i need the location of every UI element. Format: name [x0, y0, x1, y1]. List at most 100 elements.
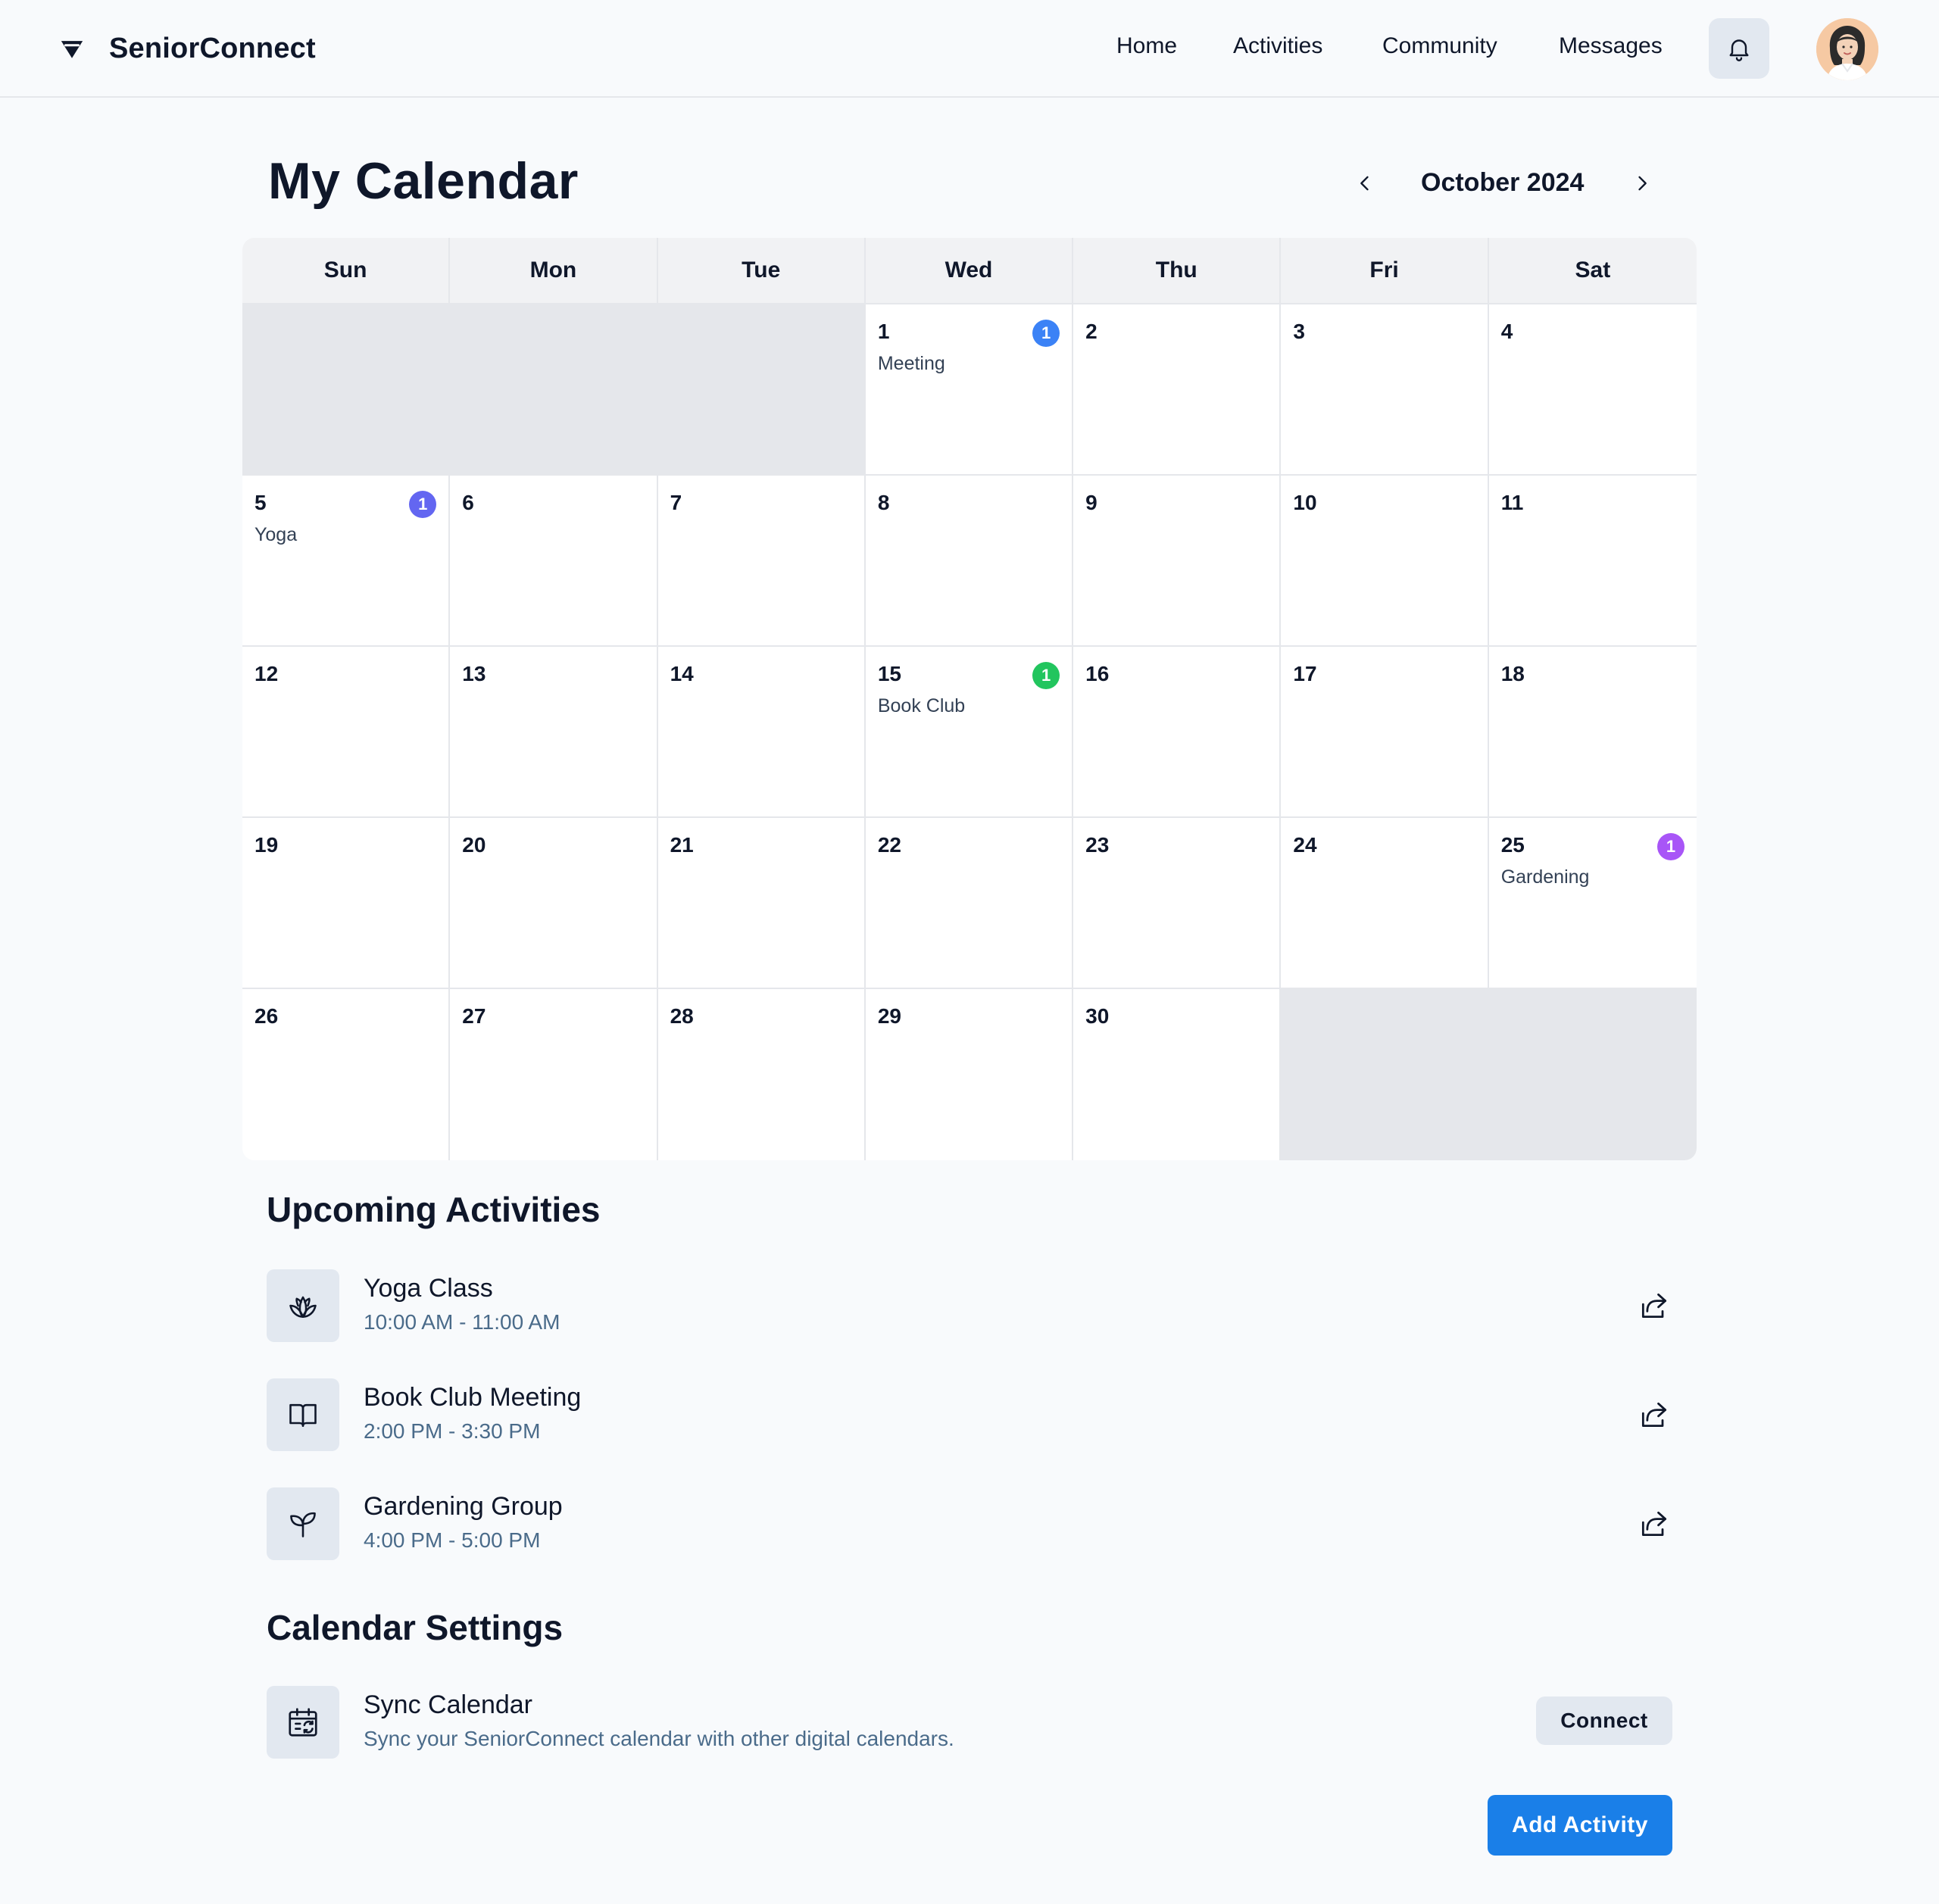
lotus-icon — [289, 1296, 317, 1318]
calendar-day-cell[interactable]: 2 — [1073, 304, 1282, 476]
day-number: 7 — [670, 491, 682, 514]
activity-time: 4:00 PM - 5:00 PM — [364, 1528, 541, 1552]
next-month-button[interactable] — [1625, 167, 1659, 200]
share-activity-button[interactable] — [1636, 1506, 1672, 1542]
calendar-day-cell[interactable]: 25 1 Gardening — [1488, 818, 1697, 989]
calendar-day-cell[interactable]: 29 — [865, 989, 1074, 1160]
day-number: 15 — [877, 662, 901, 685]
activity-icon-box — [267, 1378, 339, 1451]
day-number: 11 — [1500, 491, 1524, 514]
brand-logo[interactable]: SeniorConnect — [59, 32, 316, 65]
connect-button[interactable]: Connect — [1536, 1696, 1672, 1745]
calendar-day-cell[interactable]: 19 — [242, 818, 451, 989]
event-count-badge: 1 — [1656, 833, 1685, 860]
activity-item-book-club[interactable]: Book Club Meeting 2:00 PM - 3:30 PM — [267, 1378, 1672, 1451]
day-number: 21 — [670, 833, 694, 857]
calendar-day-cell[interactable]: 13 — [450, 647, 658, 818]
weekday-header: Fri — [1281, 238, 1489, 303]
nav-link-community[interactable]: Community — [1382, 33, 1497, 64]
calendar-day-cell[interactable]: 17 — [1281, 647, 1489, 818]
chevron-left-icon — [1360, 176, 1369, 191]
calendar-day-cell[interactable]: 6 — [450, 476, 658, 647]
day-number: 2 — [1085, 320, 1098, 343]
weekday-header: Sat — [1575, 258, 1611, 282]
chevron-right-icon — [1638, 176, 1647, 191]
calendar-day-cell[interactable]: 7 — [657, 476, 866, 647]
activity-name: Yoga Class — [364, 1274, 493, 1303]
weekday-header: Wed — [866, 238, 1074, 303]
calendar-day-cell[interactable]: 18 — [1488, 647, 1697, 818]
calendar-settings-heading: Calendar Settings — [267, 1608, 564, 1647]
calendar-day-cell[interactable]: 28 — [657, 989, 866, 1160]
calendar-day-cell[interactable]: 14 — [657, 647, 866, 818]
calendar-day-cell[interactable]: 5 1 Yoga — [242, 476, 451, 647]
day-number: 25 — [1500, 833, 1525, 857]
sprout-icon — [290, 1512, 316, 1537]
calendar-day-cell[interactable]: 15 1 Book Club — [865, 647, 1074, 818]
weekday-header: Mon — [450, 238, 658, 303]
share-icon — [1641, 1293, 1667, 1319]
previous-month-button[interactable] — [1348, 167, 1382, 200]
nav-link-messages[interactable]: Messages — [1559, 33, 1663, 64]
bell-icon — [1729, 39, 1749, 61]
day-number: 26 — [254, 1004, 279, 1028]
calendar-day-cell[interactable]: 1 1 Meeting — [865, 304, 1074, 476]
day-number: 13 — [462, 662, 486, 685]
calendar-day-grid: 1 1 Meeting 2 3 4 5 1 Yoga 6 7 8 9 10 11 12 13 14 15 1 Book … — [242, 304, 1697, 1160]
day-number: 20 — [462, 833, 486, 857]
day-number: 5 — [254, 491, 267, 514]
calendar-day-cell[interactable]: 16 — [1073, 647, 1282, 818]
avatar-portrait-icon — [1816, 18, 1878, 80]
calendar-empty-cell — [657, 304, 866, 476]
setting-description: Sync your SeniorConnect calendar with ot… — [364, 1727, 954, 1750]
calendar-day-cell[interactable]: 24 — [1281, 818, 1489, 989]
nav-link-home[interactable]: Home — [1116, 33, 1177, 64]
calendar-day-cell[interactable]: 11 — [1488, 476, 1697, 647]
day-number: 27 — [462, 1004, 486, 1028]
notifications-button[interactable] — [1709, 18, 1769, 79]
calendar-day-cell[interactable]: 3 — [1281, 304, 1489, 476]
day-number: 29 — [877, 1004, 901, 1028]
share-icon — [1641, 1511, 1667, 1537]
user-avatar[interactable] — [1816, 18, 1878, 80]
day-number: 9 — [1085, 491, 1098, 514]
calendar-day-cell[interactable]: 12 — [242, 647, 451, 818]
share-activity-button[interactable] — [1636, 1288, 1672, 1324]
activity-item-gardening[interactable]: Gardening Group 4:00 PM - 5:00 PM — [267, 1487, 1672, 1560]
calendar-day-cell[interactable]: 10 — [1281, 476, 1489, 647]
day-number: 19 — [254, 833, 279, 857]
event-label: Meeting — [877, 353, 945, 374]
calendar-day-cell[interactable]: 23 — [1073, 818, 1282, 989]
activity-icon-box — [267, 1487, 339, 1560]
event-label: Yoga — [254, 524, 298, 545]
day-number: 8 — [877, 491, 890, 514]
day-number: 1 — [877, 320, 890, 343]
logo-icon — [61, 41, 83, 58]
event-count-badge: 1 — [1032, 320, 1060, 347]
day-number: 17 — [1293, 662, 1317, 685]
calendar-sync-icon — [289, 1708, 317, 1737]
calendar-day-cell[interactable]: 20 — [450, 818, 658, 989]
share-activity-button[interactable] — [1636, 1397, 1672, 1433]
calendar-day-cell[interactable]: 9 — [1073, 476, 1282, 647]
calendar-empty-cell — [450, 304, 658, 476]
add-activity-button[interactable]: Add Activity — [1488, 1795, 1672, 1856]
calendar-day-cell[interactable]: 21 — [657, 818, 866, 989]
calendar-day-cell[interactable]: 30 — [1073, 989, 1282, 1160]
weekday-header: Sun — [242, 238, 451, 303]
day-number: 28 — [670, 1004, 694, 1028]
calendar-day-cell[interactable]: 8 — [865, 476, 1074, 647]
weekday-header-row: Sun Mon Tue Wed Thu Fri Sat — [242, 238, 1697, 304]
sync-calendar-setting: Sync Calendar Sync your SeniorConnect ca… — [267, 1686, 1672, 1759]
activity-item-yoga[interactable]: Yoga Class 10:00 AM - 11:00 AM — [267, 1269, 1672, 1342]
activity-time: 2:00 PM - 3:30 PM — [364, 1419, 541, 1443]
day-number: 10 — [1293, 491, 1317, 514]
setting-name: Sync Calendar — [364, 1690, 533, 1719]
calendar-day-cell[interactable]: 22 — [865, 818, 1074, 989]
nav-link-activities[interactable]: Activities — [1233, 33, 1322, 64]
calendar-day-cell[interactable]: 4 — [1488, 304, 1697, 476]
current-month-label: October 2024 — [1421, 168, 1585, 197]
weekday-header: Thu — [1073, 238, 1282, 303]
calendar-day-cell[interactable]: 27 — [450, 989, 658, 1160]
calendar-day-cell[interactable]: 26 — [242, 989, 451, 1160]
